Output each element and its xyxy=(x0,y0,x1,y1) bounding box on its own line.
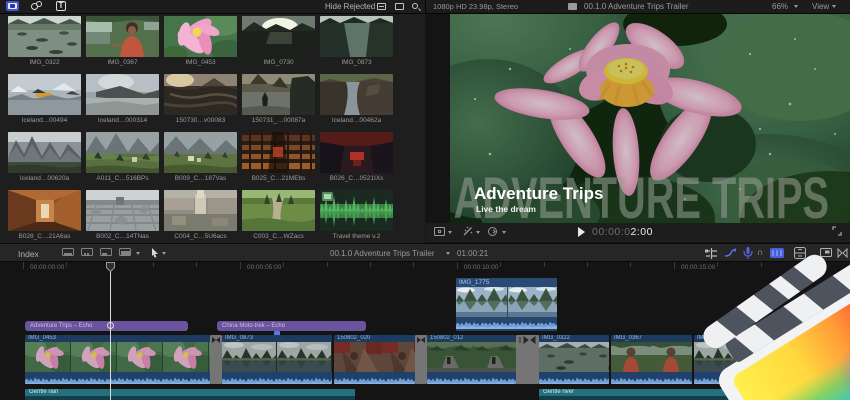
svg-text:Adventure Trips: Adventure Trips xyxy=(474,184,603,203)
svg-text:Live the dream: Live the dream xyxy=(476,204,536,214)
